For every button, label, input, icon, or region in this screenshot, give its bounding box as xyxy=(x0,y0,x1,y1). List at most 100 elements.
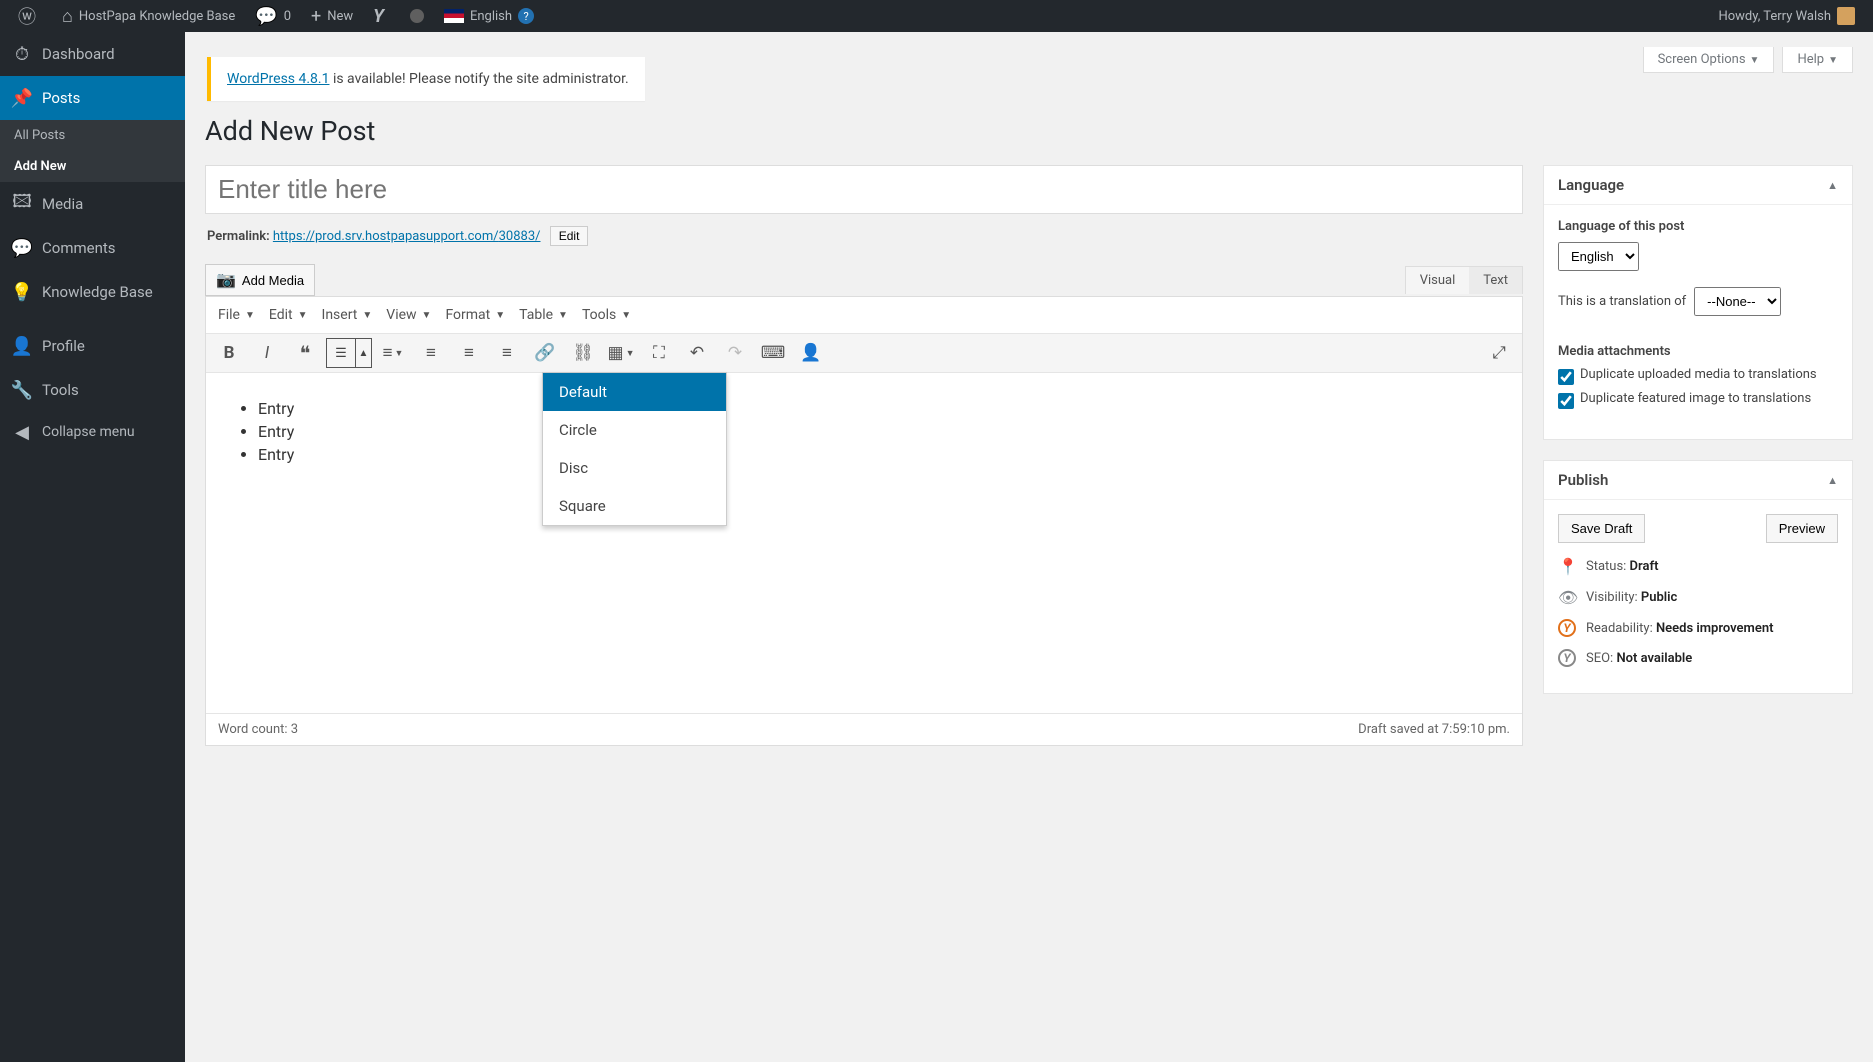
yoast-readability-icon: Y xyxy=(1558,619,1576,637)
status-dot[interactable] xyxy=(400,0,434,32)
sidebar-subitem-add-new[interactable]: Add New xyxy=(0,151,185,182)
comment-icon: 💬 xyxy=(255,6,277,27)
chevron-up-icon: ▲ xyxy=(355,339,371,367)
screen-options-tab[interactable]: Screen Options▼ xyxy=(1643,47,1775,73)
collapse-icon: ◀ xyxy=(12,422,32,442)
tab-text[interactable]: Text xyxy=(1469,267,1522,294)
fullscreen-button[interactable]: ⛶ xyxy=(642,338,676,368)
sidebar-subitem-all-posts[interactable]: All Posts xyxy=(0,120,185,151)
sidebar-item-profile[interactable]: 👤Profile xyxy=(0,324,185,368)
new-menu[interactable]: +New xyxy=(301,0,363,32)
draft-saved-text: Draft saved at 7:59:10 pm. xyxy=(1358,722,1510,737)
chevron-down-icon: ▼ xyxy=(1828,55,1838,66)
yoast-menu[interactable]: Y xyxy=(363,0,400,32)
align-left-button[interactable]: ≡ xyxy=(414,338,448,368)
list-item: Entry xyxy=(258,422,1498,441)
sidebar-item-posts[interactable]: 📌Posts xyxy=(0,76,185,120)
permalink-url[interactable]: https://prod.srv.hostpapasupport.com/308… xyxy=(273,229,541,244)
language-switcher[interactable]: English? xyxy=(434,0,544,32)
menu-format[interactable]: Format▼ xyxy=(439,303,511,327)
home-icon: ⌂ xyxy=(62,6,73,27)
bold-button[interactable]: B xyxy=(212,338,246,368)
wp-logo[interactable]: ⓦ xyxy=(8,0,52,32)
menu-table[interactable]: Table▼ xyxy=(513,303,574,327)
bullet-list-button[interactable]: ☰ ▲ xyxy=(326,338,372,368)
page-title: Add New Post xyxy=(205,115,1853,147)
numbered-list-button[interactable]: ≡▼ xyxy=(376,338,410,368)
link-button[interactable]: 🔗 xyxy=(528,338,562,368)
align-center-button[interactable]: ≡ xyxy=(452,338,486,368)
table-button[interactable]: ▦▼ xyxy=(604,338,638,368)
editor-content[interactable]: Entry Entry Entry xyxy=(206,373,1522,713)
anchor-button[interactable]: 👤 xyxy=(794,338,828,368)
distraction-free-button[interactable]: ⤢ xyxy=(1482,338,1516,368)
list-item: Entry xyxy=(258,445,1498,464)
blockquote-button[interactable]: ❝ xyxy=(288,338,322,368)
menu-file[interactable]: File▼ xyxy=(212,303,261,327)
toolbar-toggle-button[interactable]: ⌨ xyxy=(756,338,790,368)
metabox-toggle[interactable]: ▲ xyxy=(1827,474,1838,487)
menu-view[interactable]: View▼ xyxy=(380,303,437,327)
post-title-input[interactable] xyxy=(205,165,1523,214)
redo-button[interactable]: ↷ xyxy=(718,338,752,368)
permalink-edit-button[interactable]: Edit xyxy=(550,226,589,246)
tab-visual[interactable]: Visual xyxy=(1406,267,1470,294)
permalink-row: Permalink: https://prod.srv.hostpapasupp… xyxy=(207,226,1521,246)
comments-menu[interactable]: 💬0 xyxy=(245,0,301,32)
align-right-button[interactable]: ≡ xyxy=(490,338,524,368)
media-icon: 🖾 xyxy=(12,194,32,214)
bullet-list-icon: ☰ xyxy=(327,339,355,367)
help-tab[interactable]: Help▼ xyxy=(1782,47,1853,73)
dup-media-checkbox[interactable]: Duplicate uploaded media to translations xyxy=(1558,367,1838,385)
yoast-icon: Y xyxy=(373,6,384,27)
editor: File▼ Edit▼ Insert▼ View▼ Format▼ Table▼… xyxy=(205,296,1523,746)
sidebar-item-knowledge-base[interactable]: 💡Knowledge Base xyxy=(0,270,185,314)
undo-button[interactable]: ↶ xyxy=(680,338,714,368)
add-media-button[interactable]: 📷Add Media xyxy=(205,264,315,296)
bullet-option-circle[interactable]: Circle xyxy=(543,411,726,449)
unlink-button[interactable]: ⛓ xyxy=(566,338,600,368)
sidebar-collapse[interactable]: ◀Collapse menu xyxy=(0,412,185,452)
sidebar-item-comments[interactable]: 💬Comments xyxy=(0,226,185,270)
menu-tools[interactable]: Tools▼ xyxy=(576,303,637,327)
dashboard-icon: ⏱ xyxy=(12,44,32,64)
pushpin-icon: 📌 xyxy=(12,88,32,108)
yoast-seo-icon: Y xyxy=(1558,649,1576,667)
eye-icon: 👁 xyxy=(1558,588,1576,607)
editor-menubar: File▼ Edit▼ Insert▼ View▼ Format▼ Table▼… xyxy=(206,297,1522,334)
comment-icon: 💬 xyxy=(12,238,32,258)
bullet-list-dropdown: Default Circle Disc Square xyxy=(542,372,727,526)
metabox-toggle[interactable]: ▲ xyxy=(1827,179,1838,192)
admin-sidebar: ⏱Dashboard 📌Posts All Posts Add New 🖾Med… xyxy=(0,32,185,1062)
wrench-icon: 🔧 xyxy=(12,380,32,400)
menu-edit[interactable]: Edit▼ xyxy=(263,303,314,327)
pin-icon: 📍 xyxy=(1558,557,1576,576)
menu-insert[interactable]: Insert▼ xyxy=(316,303,379,327)
sidebar-posts-submenu: All Posts Add New xyxy=(0,120,185,182)
update-link[interactable]: WordPress 4.8.1 xyxy=(227,71,329,87)
chevron-down-icon: ▼ xyxy=(1750,55,1760,66)
help-icon: ? xyxy=(518,8,534,24)
save-draft-button[interactable]: Save Draft xyxy=(1558,514,1645,543)
preview-button[interactable]: Preview xyxy=(1766,514,1838,543)
bullet-option-default[interactable]: Default xyxy=(543,373,726,411)
screen-meta-links: Screen Options▼ Help▼ xyxy=(1643,47,1853,73)
site-menu[interactable]: ⌂ HostPapa Knowledge Base xyxy=(52,0,245,32)
italic-button[interactable]: I xyxy=(250,338,284,368)
editor-statusbar: Word count: 3 Draft saved at 7:59:10 pm. xyxy=(206,713,1522,745)
admin-bar: ⓦ ⌂ HostPapa Knowledge Base 💬0 +New Y Eng… xyxy=(0,0,1873,32)
dup-featured-checkbox[interactable]: Duplicate featured image to translations xyxy=(1558,391,1838,409)
bullet-option-disc[interactable]: Disc xyxy=(543,449,726,487)
bullet-option-square[interactable]: Square xyxy=(543,487,726,525)
language-select[interactable]: English xyxy=(1558,242,1639,271)
user-icon: 👤 xyxy=(12,336,32,356)
translation-of-select[interactable]: --None-- xyxy=(1694,287,1781,316)
language-metabox: Language▲ Language of this post English … xyxy=(1543,165,1853,440)
update-nag: WordPress 4.8.1 is available! Please not… xyxy=(207,57,645,101)
sidebar-item-media[interactable]: 🖾Media xyxy=(0,182,185,226)
wordpress-icon: ⓦ xyxy=(18,3,36,29)
sidebar-item-dashboard[interactable]: ⏱Dashboard xyxy=(0,32,185,76)
sidebar-item-tools[interactable]: 🔧Tools xyxy=(0,368,185,412)
site-name: HostPapa Knowledge Base xyxy=(79,9,235,24)
howdy[interactable]: Howdy, Terry Walsh xyxy=(1708,0,1865,32)
